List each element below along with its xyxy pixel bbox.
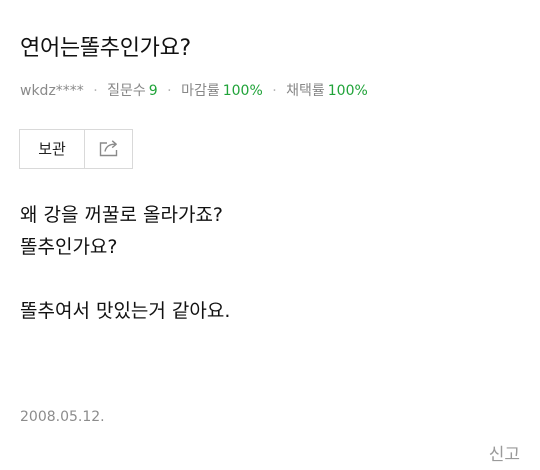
stat-question-count-value: 9 — [148, 83, 158, 99]
body-line: 왜 강을 꺼꿀로 올라가죠? — [20, 204, 224, 226]
stat-question-count-label: 질문수 — [107, 83, 146, 99]
question-body: 왜 강을 꺼꿀로 올라가죠? 똘추인가요? 똘추여서 맛있는거 같아요. — [20, 199, 230, 327]
stat-adopt-rate-value: 100% — [327, 83, 368, 99]
stat-close-rate-value: 100% — [222, 83, 263, 99]
body-line: 똘추여서 맛있는거 같아요. — [20, 300, 231, 322]
author-name[interactable]: wkdz**** — [20, 83, 84, 99]
meta-separator: · — [167, 83, 172, 99]
question-date: 2008.05.12. — [20, 409, 105, 425]
question-meta: wkdz**** · 질문수 9 · 마감률 100% · 채택률 100% — [20, 80, 368, 102]
save-button[interactable]: 보관 — [19, 129, 85, 169]
question-actions: 보관 — [19, 129, 133, 169]
question-title: 연어는똘추인가요? — [20, 36, 191, 61]
body-blank-line — [20, 263, 230, 295]
meta-separator: · — [93, 83, 98, 99]
share-icon — [97, 136, 121, 162]
report-button[interactable]: 신고 — [489, 443, 520, 467]
share-button[interactable] — [85, 129, 133, 169]
meta-separator: · — [272, 83, 277, 99]
body-line: 똘추인가요? — [20, 236, 118, 258]
question-page: 연어는똘추인가요? wkdz**** · 질문수 9 · 마감률 100% · 채택… — [0, 0, 540, 470]
stat-adopt-rate-label: 채택률 — [286, 83, 325, 99]
stat-close-rate-label: 마감률 — [181, 83, 220, 99]
